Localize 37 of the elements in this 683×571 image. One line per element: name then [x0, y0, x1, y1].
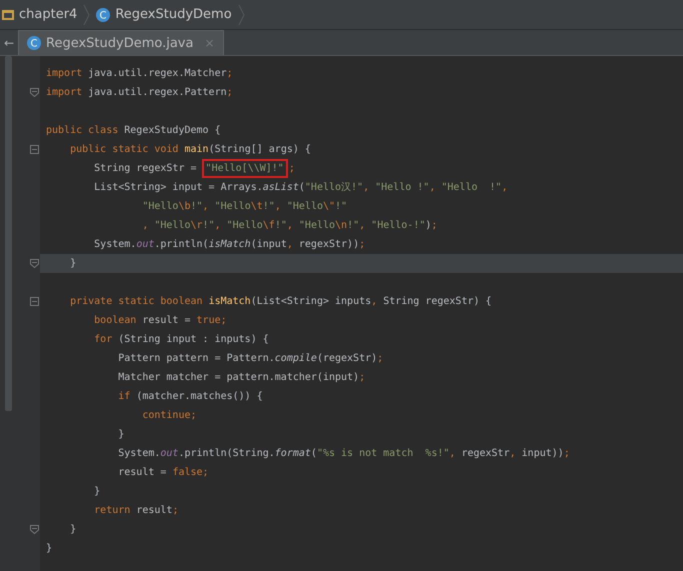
class-icon: C [27, 36, 41, 50]
code-line: private static boolean isMatch(List<String> inputs, String regexStr) { [69, 295, 493, 309]
code-line: import java.util.regex.Matcher; [45, 67, 234, 81]
code-line: return result; [93, 504, 180, 518]
fold-icon[interactable] [30, 259, 39, 268]
fold-icon[interactable] [30, 145, 39, 154]
code-line: public class RegexStudyDemo { [45, 124, 222, 138]
fold-icon[interactable] [30, 525, 39, 534]
back-arrow-icon[interactable]: ← [0, 30, 18, 55]
fold-icon[interactable] [30, 297, 39, 306]
code-line: for (String input : inputs) { [93, 333, 270, 347]
code-line: boolean result = true; [93, 314, 228, 328]
code-line: Matcher matcher = pattern.matcher(input); [117, 371, 366, 385]
code-line: Pattern pattern = Pattern.compile(regexStr); [117, 352, 384, 366]
code-line: List<String> input = Arrays.asList("Hello汉!", "Hello !", "Hello !", [93, 181, 509, 195]
class-icon: C [96, 8, 110, 22]
code-line: "Hello\b!", "Hello\t!", "Hello\"!" [141, 200, 348, 214]
fold-icon[interactable] [30, 88, 39, 97]
chevron-icon [83, 4, 90, 26]
scrollbar-thumb[interactable] [5, 56, 12, 411]
code-line: String regexStr = "Hello[\\W]!" ; [40, 159, 683, 178]
code-line: result = false; [117, 466, 210, 480]
code-line: public static void main(String[] args) { [69, 143, 312, 157]
chevron-icon [238, 4, 245, 26]
code-line: System.out.println(isMatch(input, regexStr)); [93, 238, 366, 252]
code-line: , "Hello\r!", "Hello\f!", "Hello\n!", "Hello-!"); [141, 219, 438, 233]
code-line: import java.util.regex.Pattern; [45, 86, 234, 100]
breadcrumb-label[interactable]: RegexStudyDemo [115, 7, 232, 22]
code-line: continue; [141, 409, 198, 423]
code-line: if (matcher.matches()) { [117, 390, 264, 404]
breadcrumb-label[interactable]: chapter4 [19, 7, 78, 22]
code-line: System.out.println(String.format("%s is not match %s!", regexStr, input)); [117, 447, 571, 461]
code-line: } [93, 485, 102, 499]
editor-tab[interactable]: C RegexStudyDemo.java × [18, 30, 224, 55]
code-line: } [45, 542, 54, 556]
code-line: } [117, 428, 126, 442]
code-line: } [69, 523, 78, 537]
